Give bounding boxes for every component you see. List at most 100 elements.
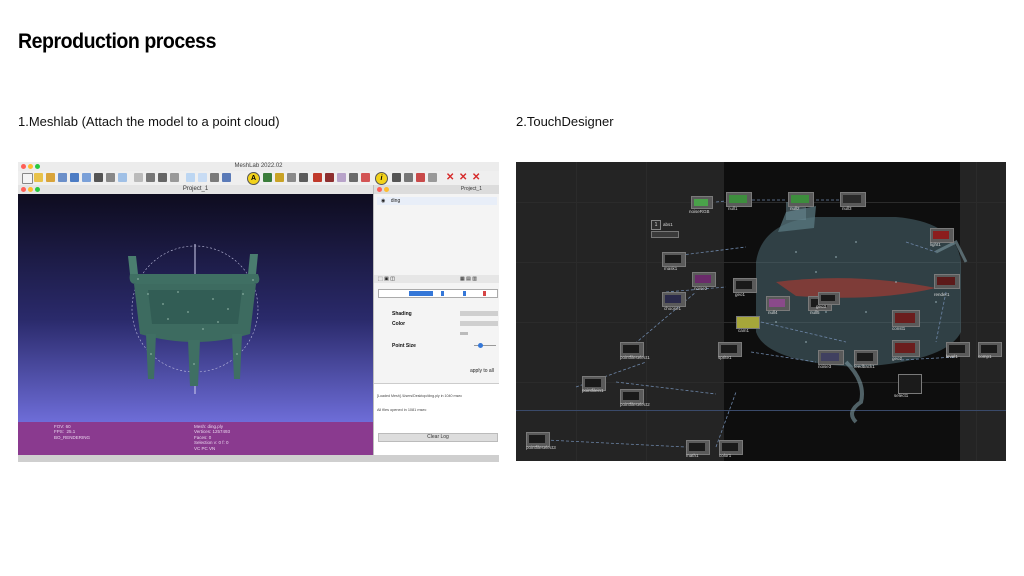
- node-label: null4: [768, 310, 778, 315]
- render-mode-wire[interactable]: [441, 291, 444, 296]
- node-const1[interactable]: [892, 310, 920, 327]
- node-geo2[interactable]: [892, 340, 920, 357]
- apply-to-all-button[interactable]: apply to all: [470, 368, 494, 374]
- node-light1[interactable]: [930, 228, 954, 243]
- snapshot-icon[interactable]: [94, 173, 103, 182]
- node-label: null5: [810, 310, 820, 315]
- align-icon[interactable]: [287, 173, 296, 182]
- layers-icon[interactable]: [106, 173, 115, 182]
- light-icon[interactable]: [210, 173, 219, 182]
- wireframe-icon[interactable]: [158, 173, 167, 182]
- node-label: feedback1: [854, 364, 875, 369]
- node-label: choose1: [664, 306, 682, 311]
- double-light-icon[interactable]: [222, 173, 231, 182]
- node-noisergb[interactable]: [691, 196, 713, 209]
- points-icon[interactable]: [146, 173, 155, 182]
- point-size-label: Point Size: [392, 343, 416, 349]
- shading-dropdown[interactable]: [460, 311, 498, 316]
- import-icon[interactable]: [46, 173, 55, 182]
- minimize-panel-button[interactable]: [384, 187, 389, 192]
- select-vertices-icon[interactable]: [325, 173, 334, 182]
- node-feedback1[interactable]: [854, 350, 878, 365]
- cancel-all-icon[interactable]: ✕: [459, 172, 467, 183]
- slide-title: Reproduction process: [18, 30, 216, 53]
- node-label: pointfileselect1: [620, 355, 650, 360]
- meshlab-screenshot: MeshLab 2022.02 A i ✕ ✕ ✕ Project_1 FOV:…: [18, 162, 499, 462]
- caption-meshlab: 1.Meshlab (Attach the model to a point c…: [18, 114, 280, 129]
- render-mode-bar[interactable]: [378, 289, 498, 298]
- delete-vertices-icon[interactable]: [361, 173, 370, 182]
- render-mode-points[interactable]: [409, 291, 433, 296]
- cancel-icon[interactable]: ✕: [446, 172, 454, 183]
- measure-icon[interactable]: [263, 173, 272, 182]
- render-info: FOV: 60 FPS: 25.1 BO_RENDERING: [54, 424, 91, 440]
- layer-row[interactable]: ◉ ding: [377, 197, 497, 205]
- project-tab[interactable]: Project_1: [18, 185, 373, 194]
- node-label: geo3: [816, 304, 827, 309]
- node-choose1[interactable]: [662, 292, 686, 307]
- node-mask1[interactable]: [662, 252, 686, 267]
- layer-name: ding: [390, 198, 401, 204]
- select-connected-icon[interactable]: [337, 173, 346, 182]
- node-label: pointfilein1: [582, 388, 604, 393]
- node-label: color1: [719, 453, 732, 458]
- bbox-icon[interactable]: [134, 173, 143, 182]
- info-icon[interactable]: i: [375, 172, 388, 185]
- eye-icon[interactable]: ◉: [381, 198, 385, 204]
- render-mode-flat[interactable]: [463, 291, 466, 296]
- node-null2[interactable]: [788, 192, 814, 207]
- node-geo1[interactable]: [733, 278, 757, 293]
- scale-icon[interactable]: [416, 173, 425, 182]
- node-render1[interactable]: [934, 274, 960, 289]
- node-null3[interactable]: [840, 192, 866, 207]
- node-label: level1: [946, 354, 958, 359]
- clear-icon[interactable]: ✕: [472, 172, 480, 183]
- color-dropdown[interactable]: [460, 321, 498, 326]
- node-label: geo2: [892, 356, 903, 361]
- panel-tool-icons-right[interactable]: ▦ ▤ ▥: [460, 276, 477, 282]
- camera-icon[interactable]: [118, 173, 127, 182]
- transform-icon[interactable]: [428, 173, 437, 182]
- 3d-viewport[interactable]: [18, 194, 373, 422]
- node-noise2[interactable]: [692, 272, 716, 287]
- node-label: noise2: [694, 286, 708, 291]
- pick-icon[interactable]: [299, 173, 308, 182]
- new-file-icon[interactable]: [22, 173, 33, 184]
- delete-faces-icon[interactable]: [349, 173, 358, 182]
- export-icon[interactable]: [82, 173, 91, 182]
- node-label: math1: [686, 453, 699, 458]
- node-null1[interactable]: [726, 192, 752, 207]
- node-label: const1: [892, 326, 906, 331]
- caption-touchdesigner: 2.TouchDesigner: [516, 114, 614, 129]
- save-icon[interactable]: [70, 173, 79, 182]
- panel-tool-icons[interactable]: ⬚ ▣ ◫: [378, 276, 395, 282]
- node-noise3[interactable]: [818, 350, 844, 365]
- reload-icon[interactable]: [58, 173, 67, 182]
- node-null4[interactable]: [766, 296, 790, 311]
- smooth-shading-icon[interactable]: [186, 173, 195, 182]
- td-point-cloud: [545, 199, 968, 448]
- touchdesigner-screenshot: 1 abs1 noiseRGB null1 null2 null3 mask1 …: [516, 162, 1006, 461]
- point-size-handle[interactable]: [478, 343, 483, 348]
- shading-label: Shading: [392, 311, 412, 317]
- layer-panel-header: Project_1: [374, 185, 499, 194]
- flat-shading-icon[interactable]: [170, 173, 179, 182]
- node-label: select1: [894, 393, 909, 398]
- clear-log-button[interactable]: Clear Log: [378, 433, 498, 442]
- counter-label: abs1: [663, 222, 673, 227]
- translate-icon[interactable]: [404, 173, 413, 182]
- render-mode-color[interactable]: [483, 291, 486, 296]
- annotation-icon[interactable]: A: [247, 172, 260, 185]
- layer-panel-title: Project_1: [460, 186, 482, 192]
- node-label: comp1: [978, 354, 992, 359]
- color-swatch[interactable]: [460, 332, 468, 335]
- rotate-icon[interactable]: [392, 173, 401, 182]
- open-folder-icon[interactable]: [34, 173, 43, 182]
- node-select1[interactable]: [898, 374, 922, 394]
- counter-value[interactable]: 1: [651, 220, 661, 230]
- select-faces-icon[interactable]: [313, 173, 322, 182]
- counter-field[interactable]: [651, 231, 679, 238]
- texture-icon[interactable]: [198, 173, 207, 182]
- close-panel-button[interactable]: [377, 187, 382, 192]
- paint-icon[interactable]: [275, 173, 284, 182]
